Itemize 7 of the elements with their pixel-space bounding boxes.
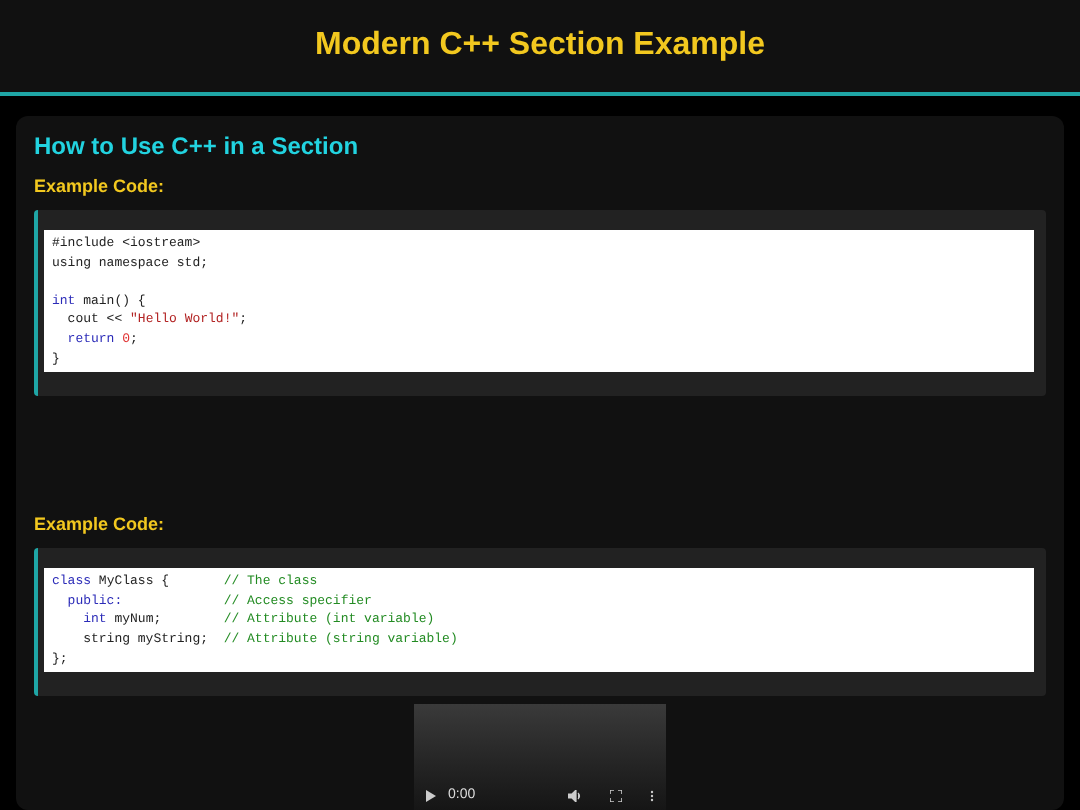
code-label: Example Code: bbox=[34, 174, 167, 198]
volume-icon[interactable] bbox=[568, 789, 582, 802]
code-label: Example Code: bbox=[34, 512, 167, 537]
section-title: How to Use C++ in a Section bbox=[34, 130, 361, 162]
fullscreen-icon[interactable] bbox=[610, 789, 622, 802]
play-icon[interactable] bbox=[426, 789, 436, 802]
page-title: Modern C++ Section Example bbox=[315, 26, 765, 66]
